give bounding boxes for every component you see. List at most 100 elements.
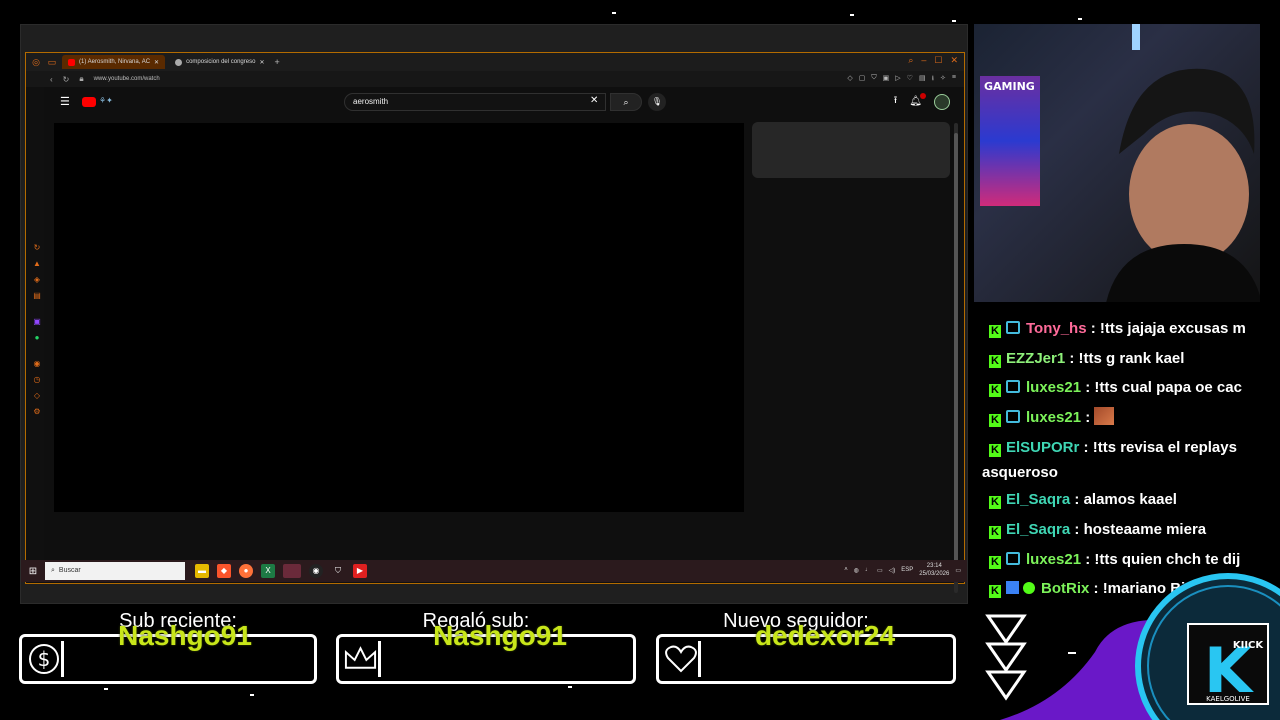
taskbar-apps: ▬ ◆ ● X ◉ ⛉ ▶	[195, 564, 367, 578]
poster-text: GAMING	[984, 80, 1035, 93]
menu-icon[interactable]: ≡	[952, 74, 956, 85]
heart-icon[interactable]: ♡	[907, 74, 913, 85]
youtube-header: ☰ ⚘✦ aerosmith ✕ ⌕ 🎙︎ ⭱ 🔔︎	[44, 87, 960, 115]
play-circle-icon[interactable]: ◉	[32, 359, 42, 369]
language-indicator[interactable]: ESP	[901, 567, 913, 573]
ai-icon[interactable]: ✧	[940, 74, 946, 85]
youtube-logo[interactable]	[82, 97, 96, 107]
close-window-icon[interactable]: ✕	[950, 55, 958, 66]
reload-icon[interactable]: ↻	[63, 75, 70, 84]
tab-congreso[interactable]: composicion del congreso ✕	[169, 55, 270, 69]
tab-list-icon[interactable]: ▭	[46, 56, 58, 68]
kick-icon: K	[989, 413, 1001, 427]
maximize-icon[interactable]: ☐	[934, 55, 942, 66]
screenshot-icon[interactable]: ▢	[859, 74, 866, 85]
clock[interactable]: 23:14 25/03/2026	[919, 562, 949, 578]
video-player[interactable]	[54, 123, 744, 512]
chat-message: K ElSUPORr : !tts revisa el replays asque…	[982, 439, 1237, 482]
excel-icon[interactable]: X	[261, 564, 275, 578]
tag-icon[interactable]: ◇	[32, 391, 42, 401]
back-icon[interactable]: ‹	[50, 75, 53, 84]
scrollbar-thumb[interactable]	[954, 133, 958, 573]
close-tab-icon[interactable]: ✕	[154, 59, 159, 66]
kick-icon: K	[989, 496, 1001, 510]
taskbar-search-input[interactable]: ⌕ Buscar	[45, 562, 185, 580]
search-input[interactable]: aerosmith	[344, 93, 606, 111]
voice-search-icon[interactable]: 🎙︎	[648, 93, 666, 111]
kick-icon: K	[989, 384, 1001, 398]
avatar[interactable]	[934, 93, 950, 110]
clock-icon[interactable]: ◷	[32, 375, 42, 385]
brave-icon[interactable]: ◆	[217, 564, 231, 578]
scrollbar[interactable]	[954, 123, 958, 593]
windows-start-icon[interactable]: ⊞	[21, 566, 45, 577]
history-icon[interactable]: ↻	[32, 243, 42, 253]
browser-menu-icon[interactable]: ◎	[30, 56, 42, 68]
chat-username: luxes21	[1026, 379, 1082, 397]
crown-icon	[343, 641, 381, 677]
volume-icon[interactable]: ◁)	[889, 567, 896, 574]
close-tab-icon[interactable]: ✕	[259, 59, 264, 66]
upload-icon[interactable]: ⭱	[894, 93, 898, 110]
bookmark-icon[interactable]: ◇	[847, 74, 852, 85]
doodle-icon: ⚘✦	[99, 96, 113, 105]
url-field[interactable]: www.youtube.com/watch	[94, 76, 160, 82]
hamburger-menu-icon[interactable]: ☰	[60, 95, 70, 108]
chat-text: hosteaame miera	[1083, 520, 1207, 538]
clock-time: 23:14	[926, 563, 942, 569]
download-icon[interactable]: ⭳	[932, 74, 934, 85]
twitch-icon[interactable]: ▣	[32, 317, 42, 327]
chat-text: !tts quien chch te dij	[1094, 550, 1241, 568]
sparkle	[250, 694, 254, 696]
header-actions: ⭱ 🔔︎	[894, 93, 950, 110]
file-explorer-icon[interactable]: ▬	[195, 564, 209, 578]
wallet-icon[interactable]: ▤	[919, 74, 926, 85]
chevron-down-icon	[985, 614, 1027, 701]
notifications-icon[interactable]: ▭	[955, 567, 961, 574]
gift-alert-name: Nashgo91	[433, 620, 567, 651]
search-tabs-icon[interactable]: ⌕	[908, 55, 913, 66]
windows-taskbar: ⊞ ⌕ Buscar ▬ ◆ ● X ◉ ⛉ ▶ ˄ ◍ ♩ ▭ ◁) ESP …	[21, 560, 967, 582]
streamer	[1106, 68, 1260, 302]
leo-icon[interactable]: ◈	[32, 275, 42, 285]
game-icon[interactable]: ⛉	[331, 564, 345, 578]
clear-search-icon[interactable]: ✕	[590, 95, 598, 106]
tray-chevron-icon[interactable]: ˄	[844, 567, 848, 573]
minimize-icon[interactable]: –	[921, 55, 926, 66]
shield-icon[interactable]: ⛉	[871, 74, 876, 85]
wallet-icon[interactable]: ▲	[32, 259, 42, 269]
tab-youtube[interactable]: (1) Aerosmith, Nirvana, AC ✕	[62, 55, 166, 69]
chat-panel: K Tony_hs : !tts jajaja excusas m K EZZJer…	[982, 314, 1252, 604]
youtube-favicon-icon	[68, 58, 75, 66]
notifications-bell-icon[interactable]: 🔔︎	[909, 93, 926, 107]
reading-list-icon[interactable]: ▤	[32, 291, 42, 301]
extension-icons: ◇ ▢ ⛉ ▣ ▷ ♡ ▤ ⭳ ✧ ≡	[847, 74, 956, 85]
play-icon[interactable]: ▷	[895, 74, 900, 85]
active-app-icon[interactable]	[283, 564, 301, 578]
sidebar-card[interactable]	[752, 122, 950, 178]
tray-app-icon[interactable]: ◍	[854, 567, 859, 574]
emote-icon	[1094, 406, 1115, 425]
subscriber-badge-icon	[1006, 551, 1020, 565]
chat-text: !tts g rank kael	[1078, 349, 1185, 367]
search-button[interactable]: ⌕	[610, 93, 642, 111]
new-tab-icon[interactable]: +	[274, 57, 279, 67]
chat-message: K EZZJer1 : !tts g rank kael	[982, 344, 1252, 374]
kick-icon: K	[989, 555, 1001, 569]
mic-icon[interactable]: ♩	[865, 567, 871, 573]
sparkle	[1078, 18, 1082, 20]
chat-message: Kluxes21 : !tts cual papa oe cac	[982, 373, 1252, 403]
obs-icon[interactable]: ◉	[309, 564, 323, 578]
browser-sidebar: ↻ ▲ ◈ ▤ ▣ ● ◉ ◷ ◇ ⚙	[32, 243, 42, 417]
gift-icon[interactable]: ▣	[883, 74, 890, 85]
sub-alert-name: Nashgo91	[118, 620, 252, 651]
media-app-icon[interactable]: ▶	[353, 564, 367, 578]
sparkle	[850, 14, 854, 16]
whatsapp-icon[interactable]: ●	[32, 333, 42, 343]
search-placeholder: Buscar	[58, 567, 81, 574]
chat-message: K Tony_hs : !tts jajaja excusas m	[982, 314, 1252, 344]
network-icon[interactable]: ▭	[877, 567, 883, 574]
chat-message: K El_Saqra : alamos kaael	[982, 485, 1252, 515]
firefox-icon[interactable]: ●	[239, 564, 253, 578]
settings-icon[interactable]: ⚙	[32, 407, 42, 417]
